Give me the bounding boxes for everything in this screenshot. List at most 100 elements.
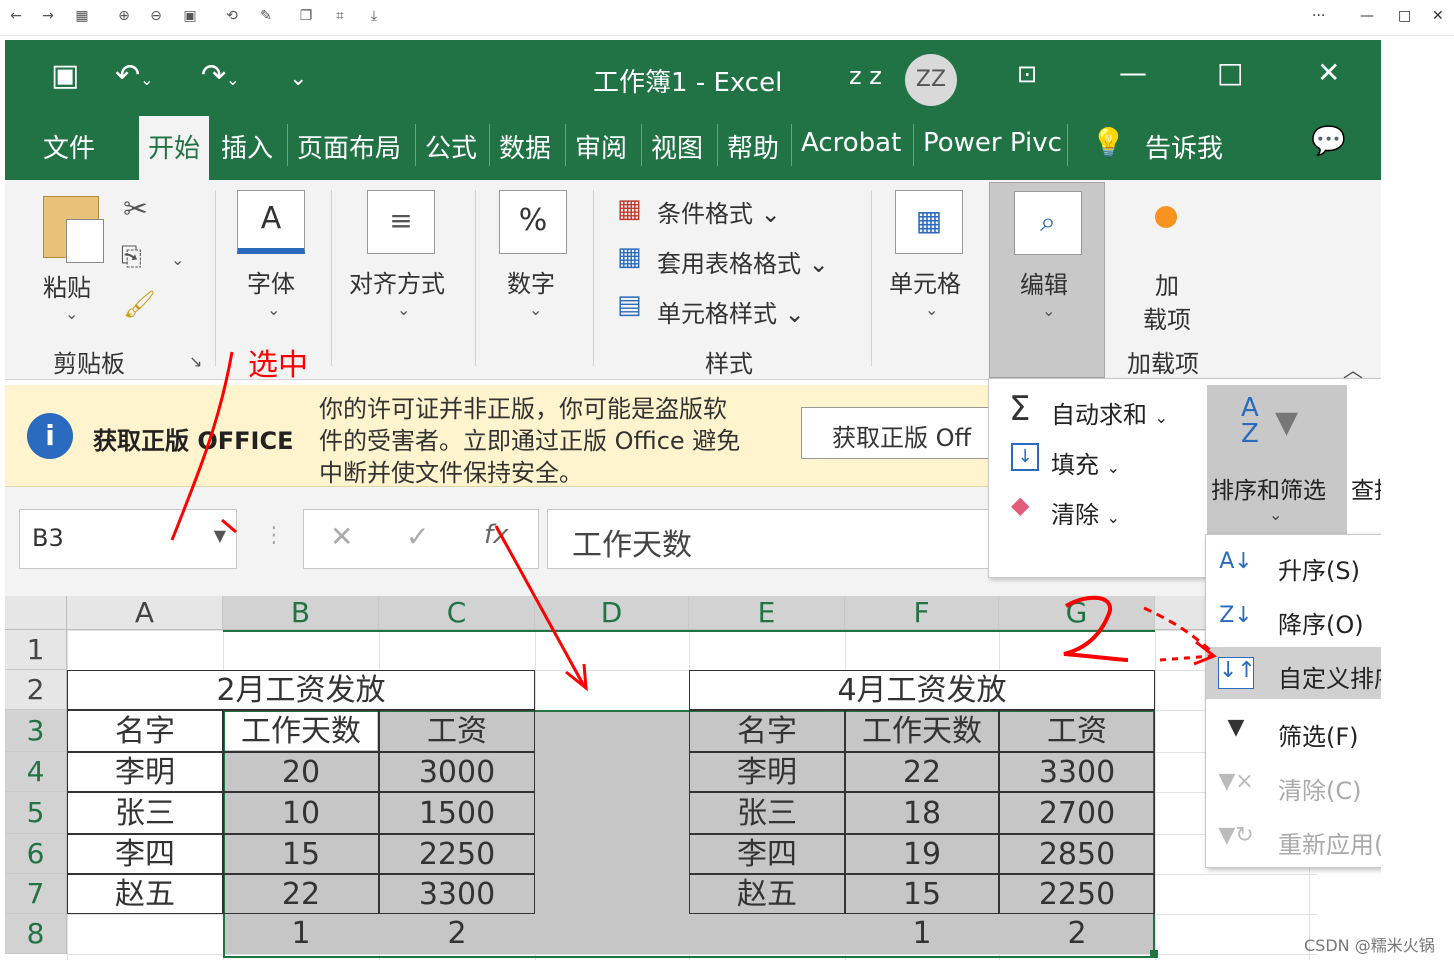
tab-power-pivot[interactable]: Power Pivc [923,128,1062,158]
chevron-down-icon[interactable]: ⌄ [267,300,280,319]
editing-button[interactable]: ⌕ 编辑 ⌄ [989,182,1105,378]
maximize-icon[interactable]: □ [1217,56,1243,89]
row-header-4[interactable]: 4 [5,752,67,792]
tab-review[interactable]: 审阅 [575,128,627,165]
table1-extra-cell[interactable]: 1 [223,914,379,954]
ribbon-display-icon[interactable]: ⊡ [1017,60,1037,88]
table-format-button[interactable]: 套用表格格式 ⌄ [657,244,829,279]
table2-cell[interactable]: 张三 [689,792,845,834]
worksheet-grid[interactable]: A B C D E F G 1 2 3 4 5 6 7 8 2月工资发放 4月工资发放 名字 工作天数 工资 李明 20 3… [5,596,1381,960]
chevron-down-icon[interactable]: ⌄ [397,300,410,319]
chevron-down-icon[interactable]: ⌄ [65,304,78,323]
customize-qat-icon[interactable]: ⌄ [289,66,307,91]
table2-cell[interactable]: 2250 [999,874,1155,914]
row-header-6[interactable]: 6 [5,834,67,874]
chevron-down-icon[interactable]: ⌄ [925,300,938,319]
number-button[interactable]: 数字 [507,264,555,299]
forward-arrow-icon[interactable]: → [38,8,58,24]
clear-button[interactable]: 清除 ⌄ [1051,495,1120,530]
back-arrow-icon[interactable]: ← [6,8,26,24]
chevron-down-icon[interactable]: ⌄ [171,250,184,269]
table2-cell[interactable]: 赵五 [689,874,845,914]
chevron-down-icon[interactable]: ⌄ [529,300,542,319]
table2-title[interactable]: 4月工资发放 [689,670,1155,710]
font-button[interactable]: 字体 [247,264,295,299]
zoom-in-icon[interactable]: ⊕ [114,8,134,24]
fill-handle[interactable] [1150,950,1158,958]
autosum-button[interactable]: 自动求和 ⌄ [1051,395,1168,430]
table1-cell[interactable]: 工作天数 [223,710,379,752]
table2-extra-cell[interactable]: 2 [999,914,1155,954]
avatar[interactable]: ZZ [905,54,957,106]
table2-cell[interactable]: 18 [845,792,999,834]
chevron-down-icon[interactable]: ▼ [214,526,226,545]
sort-ascending-item[interactable]: A↓ 升序(S) [1206,539,1381,591]
table1-cell[interactable]: 10 [223,792,379,834]
tab-view[interactable]: 视图 [651,128,703,165]
undo-icon[interactable]: ↶⌄ [115,58,154,93]
save-icon[interactable]: ⤓ [364,8,384,24]
column-header-F[interactable]: F [845,596,999,630]
tell-me-search[interactable]: 告诉我 [1145,128,1223,165]
dialog-launcher-icon[interactable]: ↘ [189,352,202,371]
column-header-B[interactable]: B [223,596,379,630]
fill-button[interactable]: 填充 ⌄ [1051,445,1120,480]
row-header-1[interactable]: 1 [5,630,67,670]
alignment-button[interactable]: 对齐方式 [349,264,445,299]
find-select-button[interactable]: 查找和选 [1351,471,1381,505]
align-icon[interactable]: ≡ [367,190,435,254]
copy-icon[interactable]: ⎘ [121,242,142,273]
sort-descending-item[interactable]: Z↓ 降序(O) [1206,593,1381,645]
edit-icon[interactable]: ✎ [256,8,276,24]
crop-icon[interactable]: ⌗ [330,8,350,24]
table1-cell[interactable]: 3000 [379,752,535,792]
table1-cell[interactable]: 名字 [67,710,223,752]
column-header-D[interactable]: D [535,596,689,630]
cells-button[interactable]: 单元格 [889,264,961,299]
paste-button[interactable]: 粘贴 [43,268,91,303]
tab-data[interactable]: 数据 [499,128,551,165]
column-header-G[interactable]: G [999,596,1155,630]
minimize-icon[interactable]: — [1360,8,1374,24]
maximize-icon[interactable]: □ [1398,8,1411,24]
font-icon[interactable]: A [237,190,305,254]
reapply-item[interactable]: ▼↻ 重新应用(Y) [1206,813,1381,865]
cut-icon[interactable]: ✂ [123,192,148,227]
table2-cell[interactable]: 李四 [689,834,845,874]
addin-icon[interactable] [1155,206,1177,228]
cancel-icon[interactable]: ✕ [330,520,353,553]
table2-cell[interactable]: 李明 [689,752,845,792]
tab-page-layout[interactable]: 页面布局 [297,128,401,165]
fit-icon[interactable]: ▣ [180,8,200,24]
tab-file[interactable]: 文件 [43,128,95,165]
lightbulb-icon[interactable]: 💡 [1091,126,1126,159]
select-all-corner[interactable] [5,596,67,630]
table2-cell[interactable]: 3300 [999,752,1155,792]
more-icon[interactable]: ··· [1312,8,1325,24]
table1-extra-cell[interactable]: 2 [379,914,535,954]
zoom-out-icon[interactable]: ⊖ [146,8,166,24]
column-header-A[interactable]: A [67,596,223,630]
table2-cell[interactable]: 19 [845,834,999,874]
custom-sort-item[interactable]: ↓↑ 自定义排序(U)... [1206,647,1381,699]
table1-cell[interactable]: 赵五 [67,874,223,914]
table1-cell[interactable]: 1500 [379,792,535,834]
close-icon[interactable]: ✕ [1317,56,1340,89]
table1-cell[interactable]: 李四 [67,834,223,874]
paste-icon[interactable] [43,196,104,263]
table2-cell[interactable]: 2700 [999,792,1155,834]
table1-cell[interactable]: 2250 [379,834,535,874]
cell-style-button[interactable]: 单元格样式 ⌄ [657,294,805,329]
table2-cell[interactable]: 15 [845,874,999,914]
get-genuine-button[interactable]: 获取正版 Off [801,407,1001,459]
table1-cell[interactable]: 李明 [67,752,223,792]
comment-icon[interactable]: 💬 [1311,124,1346,157]
table1-title[interactable]: 2月工资发放 [67,670,535,710]
percent-icon[interactable]: % [499,190,567,254]
row-header-7[interactable]: 7 [5,874,67,914]
table2-extra-cell[interactable]: 1 [845,914,999,954]
save-icon[interactable]: ▣ [51,58,79,93]
redo-icon[interactable]: ↷⌄ [201,58,240,93]
grid-icon[interactable]: ▦ [72,8,92,24]
name-box[interactable]: B3 ▼ [19,509,237,569]
